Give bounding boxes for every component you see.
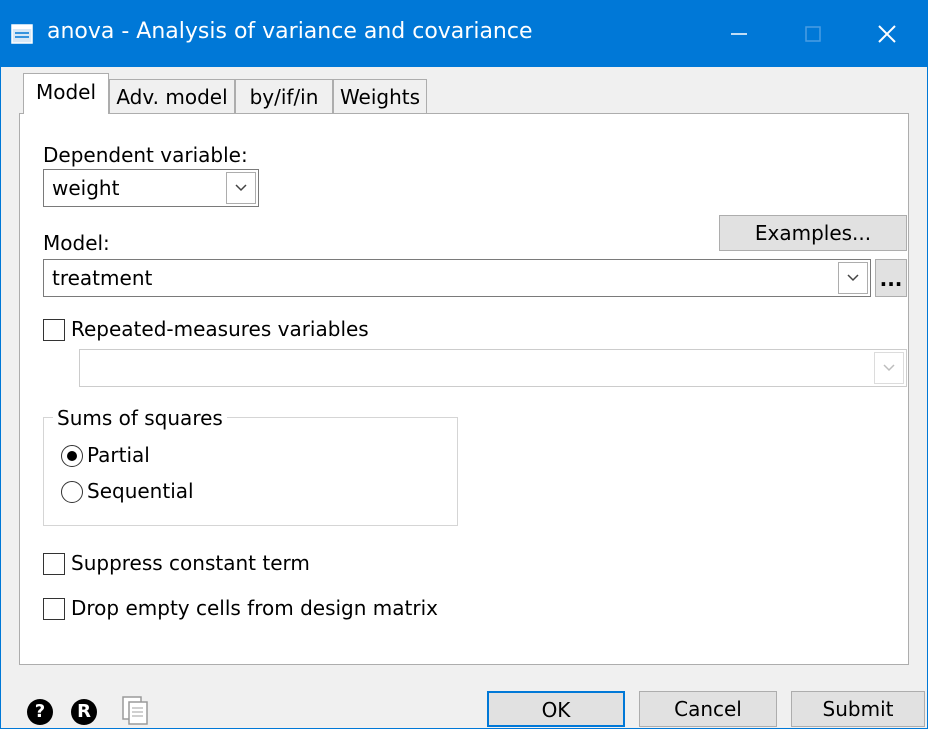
- ok-button[interactable]: OK: [487, 691, 625, 727]
- sums-of-squares-group: [43, 417, 458, 526]
- chevron-down-icon: [883, 364, 895, 372]
- cancel-button-label: Cancel: [674, 697, 742, 721]
- sequential-radio[interactable]: [61, 481, 83, 503]
- model-value: treatment: [52, 266, 153, 290]
- model-combo[interactable]: treatment: [43, 259, 871, 297]
- examples-button-label: Examples...: [754, 221, 872, 245]
- dependent-variable-value: weight: [52, 176, 120, 200]
- drop-empty-cells-checkbox[interactable]: [43, 598, 65, 620]
- tab-model[interactable]: Model: [23, 73, 109, 114]
- repeated-measures-combo: [79, 349, 907, 387]
- examples-button[interactable]: Examples...: [719, 215, 907, 251]
- close-button[interactable]: [857, 1, 917, 67]
- tab-by-if-in-label: by/if/in: [249, 85, 319, 109]
- model-browse-button-label: ...: [879, 267, 903, 291]
- repeated-measures-checkbox[interactable]: [43, 319, 65, 341]
- cancel-button[interactable]: Cancel: [639, 691, 777, 727]
- partial-radio[interactable]: [61, 445, 83, 467]
- help-icon[interactable]: ?: [27, 699, 53, 725]
- minimize-button[interactable]: [709, 1, 769, 67]
- sequential-label[interactable]: Sequential: [87, 479, 194, 503]
- title-bar[interactable]: anova - Analysis of variance and covaria…: [1, 1, 927, 67]
- close-icon: [878, 25, 896, 43]
- window-title: anova - Analysis of variance and covaria…: [47, 19, 533, 44]
- chevron-down-icon: [235, 184, 247, 192]
- ok-button-label: OK: [541, 698, 571, 722]
- reset-icon-glyph: R: [77, 701, 91, 722]
- repeated-measures-label[interactable]: Repeated-measures variables: [71, 317, 369, 341]
- minimize-icon: [731, 33, 747, 35]
- chevron-down-icon: [847, 274, 859, 282]
- tab-model-label: Model: [35, 80, 97, 104]
- dependent-variable-label: Dependent variable:: [43, 143, 248, 167]
- tab-by-if-in[interactable]: by/if/in: [235, 79, 333, 113]
- model-dropdown-button[interactable]: [838, 262, 868, 294]
- tab-weights[interactable]: Weights: [333, 79, 427, 113]
- suppress-constant-checkbox[interactable]: [43, 553, 65, 575]
- submit-button[interactable]: Submit: [791, 691, 925, 727]
- model-browse-button[interactable]: ...: [875, 259, 907, 297]
- anova-dialog: anova - Analysis of variance and covaria…: [0, 0, 928, 729]
- partial-radio-dot: [67, 451, 77, 461]
- copy-command-icon[interactable]: [121, 695, 149, 725]
- partial-label[interactable]: Partial: [87, 443, 150, 467]
- dialog-app-icon: [11, 24, 33, 44]
- maximize-button: [783, 1, 843, 67]
- maximize-icon: [805, 26, 821, 42]
- suppress-constant-label[interactable]: Suppress constant term: [71, 551, 310, 575]
- help-icon-glyph: ?: [34, 701, 46, 722]
- dependent-variable-dropdown-button[interactable]: [226, 172, 256, 204]
- sums-of-squares-legend: Sums of squares: [53, 406, 227, 430]
- submit-button-label: Submit: [822, 697, 894, 721]
- drop-empty-cells-label[interactable]: Drop empty cells from design matrix: [71, 596, 438, 620]
- tab-adv-model[interactable]: Adv. model: [109, 79, 235, 113]
- tab-adv-model-label: Adv. model: [116, 85, 228, 109]
- reset-icon[interactable]: R: [71, 699, 97, 725]
- tab-weights-label: Weights: [339, 85, 421, 109]
- repeated-measures-dropdown-button: [874, 352, 904, 384]
- model-label: Model:: [43, 231, 110, 255]
- dependent-variable-combo[interactable]: weight: [43, 169, 259, 207]
